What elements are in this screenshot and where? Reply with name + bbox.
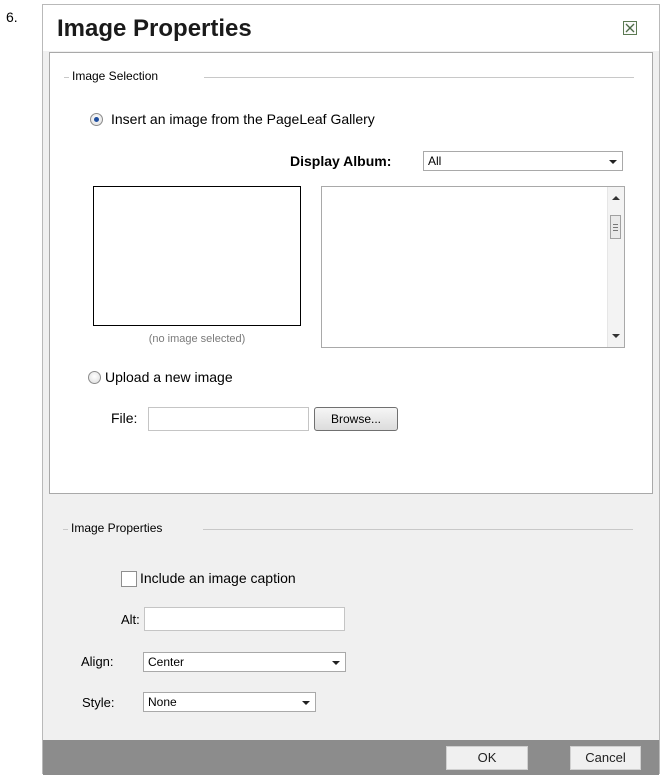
gallery-radio-label: Insert an image from the PageLeaf Galler…	[111, 111, 375, 127]
chevron-down-icon	[332, 661, 340, 665]
scroll-up-icon[interactable]	[612, 196, 620, 200]
close-button[interactable]	[623, 21, 637, 35]
style-value: None	[148, 695, 177, 709]
caption-checkbox-label: Include an image caption	[140, 570, 296, 586]
display-album-select[interactable]: All	[423, 151, 623, 171]
caption-checkbox[interactable]	[121, 571, 137, 587]
alt-label: Alt:	[121, 612, 140, 627]
dialog-title: Image Properties	[57, 15, 252, 42]
chevron-down-icon	[609, 160, 617, 164]
image-properties-dialog: Image Properties Image Selection Insert …	[42, 4, 660, 775]
alt-input[interactable]	[144, 607, 345, 631]
align-value: Center	[148, 655, 185, 669]
display-album-value: All	[428, 154, 442, 168]
align-label: Align:	[81, 654, 114, 669]
upload-radio-label: Upload a new image	[105, 369, 233, 385]
scroll-down-icon[interactable]	[612, 334, 620, 338]
no-image-caption: (no image selected)	[148, 333, 246, 345]
file-label: File:	[111, 410, 138, 426]
image-selection-group-label: Image Selection	[69, 69, 162, 83]
dialog-footer: OK Cancel	[43, 740, 659, 775]
dialog-title-bar: Image Properties	[43, 5, 659, 51]
scroll-thumb[interactable]	[610, 215, 621, 239]
group-border	[204, 77, 634, 78]
display-album-label: Display Album:	[290, 153, 392, 169]
chevron-down-icon	[302, 701, 310, 705]
ok-button[interactable]: OK	[446, 746, 528, 770]
upload-radio[interactable]	[88, 371, 101, 384]
group-border	[203, 529, 633, 530]
file-input[interactable]	[148, 407, 309, 431]
cancel-button[interactable]: Cancel	[570, 746, 641, 770]
list-scrollbar[interactable]	[607, 187, 624, 347]
image-preview	[93, 186, 301, 326]
image-properties-group-label: Image Properties	[68, 521, 166, 535]
style-label: Style:	[82, 695, 115, 710]
image-selection-panel: Image Selection Insert an image from the…	[49, 52, 653, 494]
step-number: 6.	[6, 9, 18, 25]
gallery-image-list[interactable]	[321, 186, 625, 348]
browse-button[interactable]: Browse...	[314, 407, 398, 431]
style-select[interactable]: None	[143, 692, 316, 712]
align-select[interactable]: Center	[143, 652, 346, 672]
gallery-radio[interactable]	[90, 113, 103, 126]
image-properties-panel: Image Properties Include an image captio…	[49, 508, 653, 736]
